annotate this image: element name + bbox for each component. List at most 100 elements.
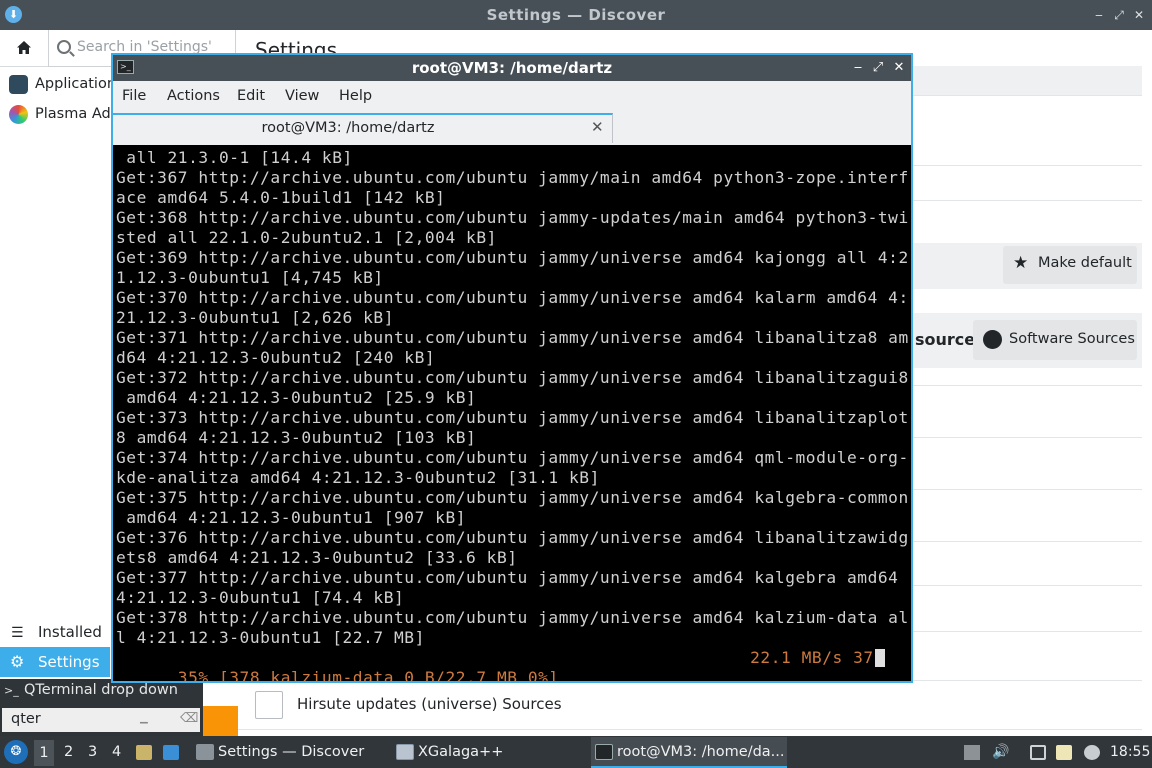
menu-edit[interactable]: Edit xyxy=(237,88,265,104)
terminal-line: Get:371 http://archive.ubuntu.com/ubuntu… xyxy=(116,328,909,347)
terminal-line: Get:376 http://archive.ubuntu.com/ubuntu… xyxy=(116,528,909,547)
task-label: Settings — Discover xyxy=(218,744,365,760)
menu-view[interactable]: View xyxy=(285,88,319,104)
sidebar-item-settings[interactable]: ⚙ Settings xyxy=(0,647,110,677)
terminal-output[interactable]: all 21.3.0-1 [14.4 kB] Get:367 http://arc… xyxy=(113,145,911,681)
sidebar-item-applications[interactable]: Application xyxy=(0,69,116,99)
task-label: XGalaga++ xyxy=(418,744,504,760)
terminal-window: root@VM3: /home/dartz >_ ‒ ⤢ ✕ File Acti… xyxy=(111,53,913,683)
start-menu-icon[interactable]: ❂ xyxy=(4,740,28,764)
terminal-line: Get:377 http://archive.ubuntu.com/ubuntu… xyxy=(116,568,909,587)
terminal-line: 4:21.12.3-0ubuntu1 [74.4 kB] xyxy=(116,588,405,607)
list-icon: ☰ xyxy=(11,625,24,641)
terminal-line: kde-analitza amd64 4:21.12.3-0ubuntu2 [3… xyxy=(116,468,600,487)
maximize-icon[interactable]: ⤢ xyxy=(871,60,885,76)
terminal-line: amd64 4:21.12.3-0ubuntu2 [25.9 kB] xyxy=(116,388,477,407)
network-icon[interactable] xyxy=(1030,745,1046,760)
sidebar-item-label: Installed xyxy=(38,623,102,641)
launcher-highlight xyxy=(203,706,238,736)
plasma-icon xyxy=(9,105,28,124)
terminal-titlebar: root@VM3: /home/dartz >_ ‒ ⤢ ✕ xyxy=(113,55,911,81)
make-default-button[interactable]: ★ Make default xyxy=(1003,246,1137,284)
discover-window-title: Settings — Discover xyxy=(486,6,666,24)
discover-titlebar: Settings — Discover ⬇ ‒ ⤢ ✕ xyxy=(0,0,1152,30)
notification-icon[interactable] xyxy=(964,745,980,760)
discover-task-icon xyxy=(196,744,214,760)
terminal-line: Get:367 http://archive.ubuntu.com/ubuntu… xyxy=(116,168,909,187)
taskbar: ❂ 1 2 3 4 Settings — Discover XGalaga++ … xyxy=(0,736,1152,768)
software-sources-button[interactable]: Software Sources xyxy=(973,320,1137,360)
settings-row xyxy=(913,66,1142,95)
terminal-line: amd64 4:21.12.3-0ubuntu1 [907 kB] xyxy=(116,508,467,527)
terminal-tab[interactable]: root@VM3: /home/dartz ✕ xyxy=(113,113,613,143)
clipboard-icon[interactable] xyxy=(1056,745,1072,760)
software-sources-label: Software Sources xyxy=(1009,331,1135,347)
close-tab-icon[interactable]: ✕ xyxy=(591,118,604,136)
menu-help[interactable]: Help xyxy=(339,88,372,104)
volume-icon[interactable]: 🔊 xyxy=(992,745,1009,760)
terminal-line: Get:374 http://archive.ubuntu.com/ubuntu… xyxy=(116,448,909,467)
launcher-search-input[interactable]: qter ▁ ⌫ xyxy=(2,708,200,732)
source-heading: source xyxy=(915,330,976,349)
terminal-progress-left: 35% [378 kalzium-data 0 B/22.7 MB 0%] xyxy=(177,668,559,681)
minimize-icon[interactable]: ‒ xyxy=(851,60,865,76)
close-icon[interactable]: ✕ xyxy=(892,60,906,76)
search-icon xyxy=(57,40,71,54)
text-cursor-icon: ▁ xyxy=(140,713,148,724)
show-desktop-icon[interactable] xyxy=(163,745,179,760)
terminal-line: ets8 amd64 4:21.12.3-0ubuntu2 [33.6 kB] xyxy=(116,548,518,567)
xgalaga-task-icon xyxy=(396,744,414,760)
terminal-line: Get:369 http://archive.ubuntu.com/ubuntu… xyxy=(116,248,909,267)
sidebar-item-plasma-addons[interactable]: Plasma Add xyxy=(0,99,120,129)
sidebar-item-installed[interactable]: ☰ Installed xyxy=(0,617,110,647)
terminal-app-icon: >_ xyxy=(117,60,134,74)
clock[interactable]: 18:55 xyxy=(1110,744,1150,760)
desktop-1-button[interactable]: 1 xyxy=(34,740,54,766)
menu-actions[interactable]: Actions xyxy=(167,88,220,104)
terminal-line: ace amd64 5.4.0-1build1 [142 kB] xyxy=(116,188,446,207)
gear-icon: ⚙ xyxy=(10,652,25,671)
file-manager-icon[interactable] xyxy=(136,745,152,760)
terminal-task-icon xyxy=(595,744,613,760)
home-button[interactable] xyxy=(0,30,49,67)
desktop-4-button[interactable]: 4 xyxy=(112,744,121,760)
terminal-lines: all 21.3.0-1 [14.4 kB] Get:367 http://arc… xyxy=(116,148,909,648)
menu-file[interactable]: File xyxy=(122,88,146,104)
desktop-3-button[interactable]: 3 xyxy=(88,744,97,760)
home-icon xyxy=(17,41,31,54)
task-settings-discover[interactable]: Settings — Discover xyxy=(192,737,388,768)
terminal-cursor xyxy=(875,649,885,667)
sidebar-item-label: Application xyxy=(35,76,117,92)
maximize-icon[interactable]: ⤢ xyxy=(1112,8,1126,22)
applications-icon xyxy=(9,75,28,94)
hirsute-source-checkbox[interactable] xyxy=(255,691,283,719)
terminal-line: Get:375 http://archive.ubuntu.com/ubuntu… xyxy=(116,488,909,507)
terminal-line: 1.12.3-0ubuntu1 [4,745 kB] xyxy=(116,268,384,287)
minimize-icon[interactable]: ‒ xyxy=(1092,8,1106,22)
clear-icon[interactable]: ⌫ xyxy=(180,711,198,726)
hirsute-source-label: Hirsute updates (universe) Sources xyxy=(297,695,562,713)
terminal-line: Get:370 http://archive.ubuntu.com/ubuntu… xyxy=(116,288,909,307)
software-sources-icon xyxy=(983,330,1002,349)
task-terminal[interactable]: root@VM3: /home/da... xyxy=(591,737,787,768)
terminal-line: all 21.3.0-1 [14.4 kB] xyxy=(116,148,353,167)
launcher-search: qter ▁ ⌫ xyxy=(0,703,203,736)
launcher-search-value: qter xyxy=(11,711,41,727)
terminal-line: l 4:21.12.3-0ubuntu1 [22.7 MB] xyxy=(116,628,425,647)
task-xgalaga[interactable]: XGalaga++ xyxy=(392,737,588,768)
terminal-window-title: root@VM3: /home/dartz xyxy=(411,59,613,77)
terminal-progress-line: 35% [378 kalzium-data 0 B/22.7 MB 0%] 22… xyxy=(116,648,884,681)
sidebar-item-label: Settings xyxy=(38,653,100,671)
terminal-line: 21.12.3-0ubuntu1 [2,626 kB] xyxy=(116,308,394,327)
update-icon[interactable] xyxy=(1084,745,1100,760)
divider xyxy=(238,729,1142,730)
terminal-progress-right: 22.1 MB/s 37s xyxy=(750,648,884,667)
close-icon[interactable]: ✕ xyxy=(1132,8,1146,22)
task-label: root@VM3: /home/da... xyxy=(617,744,785,760)
desktop-2-button[interactable]: 2 xyxy=(64,744,73,760)
launcher-result-label: QTerminal drop down xyxy=(24,682,178,698)
terminal-line: Get:368 http://archive.ubuntu.com/ubuntu… xyxy=(116,208,909,227)
terminal-menubar: File Actions Edit View Help xyxy=(113,81,911,113)
star-icon: ★ xyxy=(1013,253,1029,273)
discover-app-icon: ⬇ xyxy=(5,6,22,23)
